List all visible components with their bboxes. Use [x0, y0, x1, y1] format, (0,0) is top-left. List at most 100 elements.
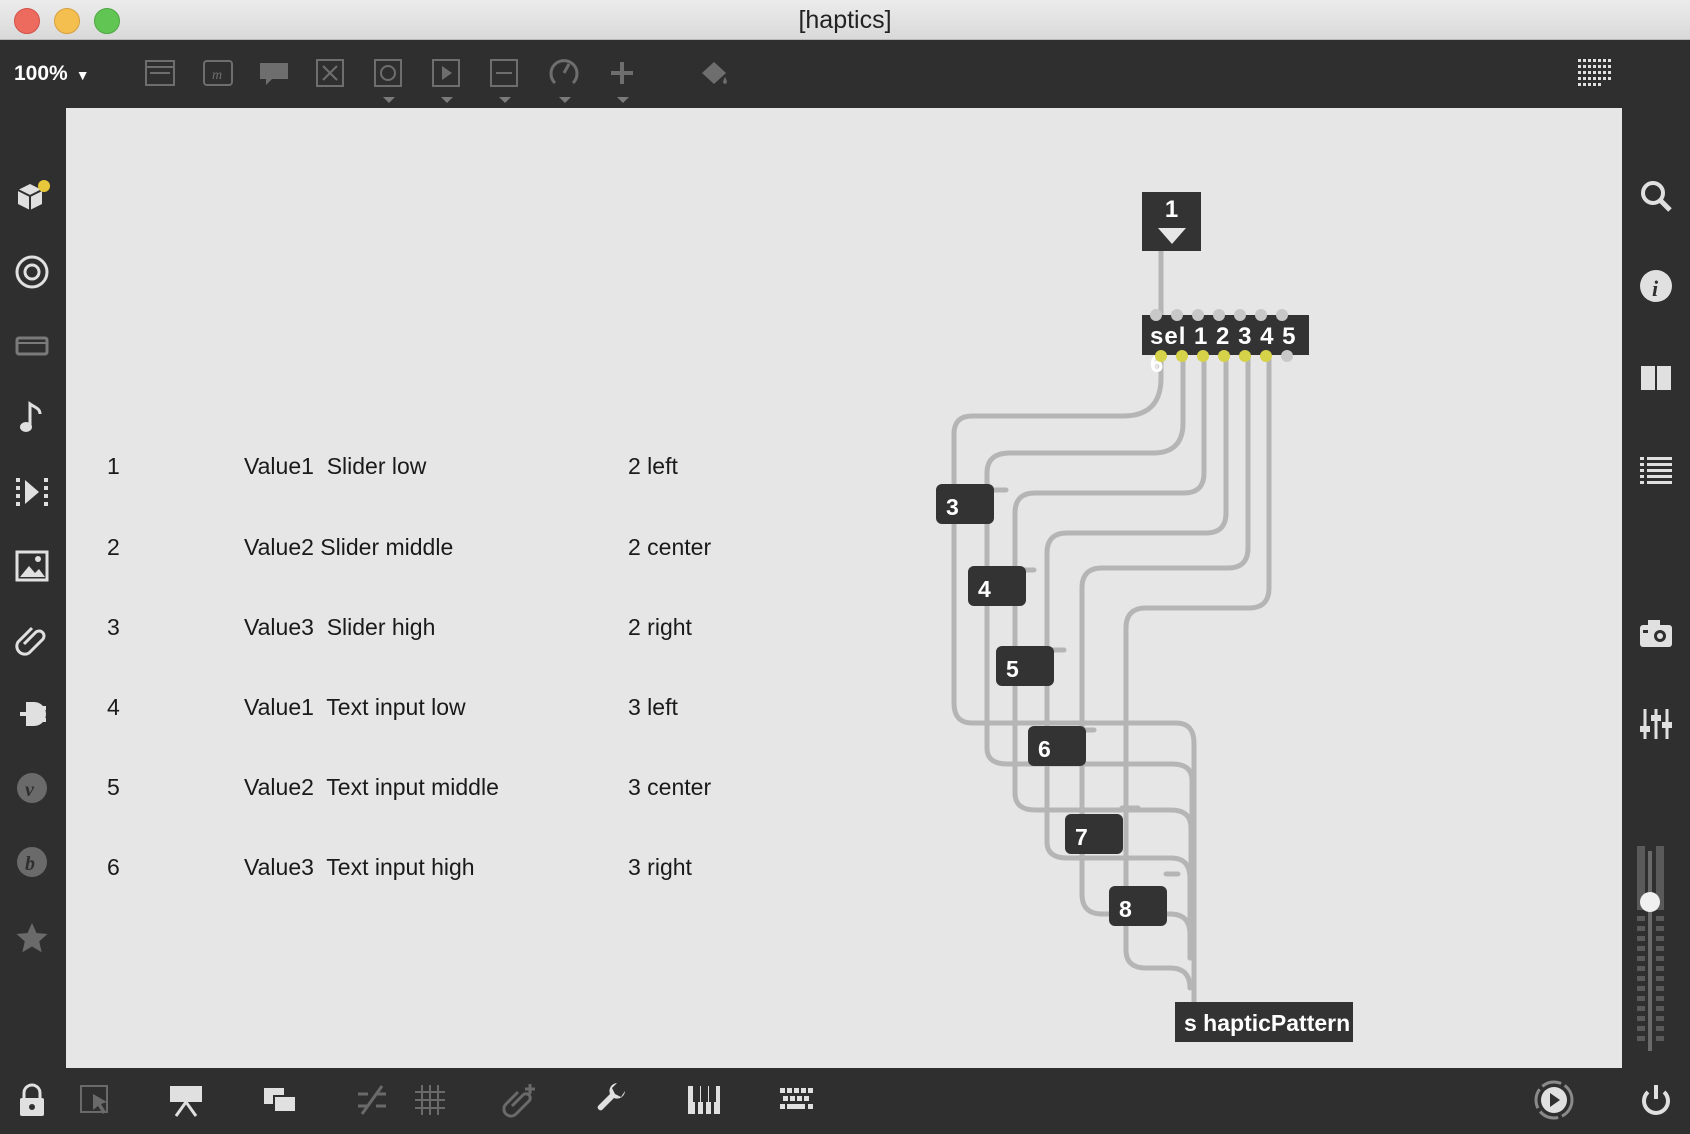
- search-icon: [1641, 181, 1672, 212]
- slider-icon: [490, 59, 518, 87]
- row-position: 3 right: [628, 854, 692, 880]
- vst-button[interactable]: v: [14, 770, 50, 806]
- music-note-icon: [20, 401, 42, 432]
- zoom-menu[interactable]: 100% ▼: [14, 62, 90, 86]
- presentation-button[interactable]: [14, 328, 50, 364]
- list-item: 3: [107, 614, 120, 640]
- level-meter-icon: [1637, 846, 1664, 1051]
- message-box[interactable]: 4: [968, 566, 1026, 606]
- play-circle-icon: [1534, 1080, 1574, 1120]
- svg-text:v: v: [25, 779, 35, 801]
- search-button[interactable]: [1638, 178, 1674, 214]
- volume-slider[interactable]: [1636, 846, 1676, 1066]
- dropdown-arrow-icon: [441, 97, 453, 103]
- message-box-icon: m: [203, 60, 233, 86]
- cube-icon: [17, 180, 50, 210]
- message-box[interactable]: 3: [936, 484, 994, 524]
- list-item: 2: [107, 534, 120, 560]
- grid-dots-icon: [1578, 59, 1611, 86]
- grid-button[interactable]: [412, 1082, 448, 1118]
- add-object-button[interactable]: [604, 55, 640, 103]
- favorites-button[interactable]: [14, 920, 50, 956]
- mixer-button[interactable]: [1638, 706, 1674, 742]
- grid-toggle-button[interactable]: [1576, 55, 1612, 91]
- snapshot-button[interactable]: [1638, 616, 1674, 652]
- new-button-object[interactable]: [370, 55, 406, 103]
- attachments-button[interactable]: [14, 622, 50, 658]
- b-circle-icon: b: [17, 847, 47, 877]
- reference-button[interactable]: [1638, 360, 1674, 396]
- message-box[interactable]: 7: [1065, 814, 1123, 854]
- new-playbar-button[interactable]: [428, 55, 464, 103]
- inspector-button[interactable]: i: [1638, 268, 1674, 304]
- patcher-canvas[interactable]: 1 Value1 Slider low 2 left 2 Value2 Slid…: [66, 108, 1622, 1068]
- computer-keyboard-button[interactable]: [778, 1082, 814, 1118]
- row-description: Value3 Slider high: [244, 614, 436, 640]
- video-play-icon: [16, 478, 48, 506]
- info-icon: i: [1640, 270, 1672, 302]
- audio-browser-button[interactable]: [14, 400, 50, 436]
- row-position: 3 center: [628, 774, 712, 800]
- bpatcher-button[interactable]: b: [14, 844, 50, 880]
- number-box[interactable]: 1: [1142, 192, 1201, 251]
- lock-button[interactable]: [14, 1082, 50, 1118]
- keyboard-icon: [780, 1088, 813, 1109]
- row-description: Value2 Text input middle: [244, 774, 499, 800]
- button-icon: [374, 59, 402, 87]
- video-browser-button[interactable]: [14, 474, 50, 510]
- zoom-level: 100%: [14, 62, 68, 85]
- dropdown-arrow-icon: [617, 97, 629, 103]
- package-manager-button[interactable]: [14, 178, 50, 214]
- windows-icon: [264, 1088, 297, 1113]
- triangle-indicator-icon: [1158, 228, 1186, 244]
- keyboard-piano-button[interactable]: [686, 1082, 722, 1118]
- new-message-button[interactable]: m: [200, 55, 236, 91]
- message-box[interactable]: 6: [1028, 726, 1086, 766]
- format-paint-button[interactable]: [696, 55, 732, 91]
- new-toggle-button[interactable]: [312, 55, 348, 91]
- top-toolbar: 100% ▼ m: [0, 40, 1690, 108]
- new-slider-button[interactable]: [486, 55, 522, 103]
- new-object-button[interactable]: [142, 55, 178, 91]
- svg-text:m: m: [212, 68, 222, 83]
- object-box-icon: [145, 60, 175, 86]
- new-comment-button[interactable]: [256, 55, 292, 91]
- message-box[interactable]: 8: [1109, 886, 1167, 926]
- row-position: 2 right: [628, 614, 692, 640]
- lock-icon: [20, 1083, 44, 1116]
- plus-icon: [611, 62, 633, 84]
- sel-inlets-outlets: [1150, 309, 1293, 362]
- message-box[interactable]: 5: [996, 646, 1054, 686]
- image-browser-button[interactable]: [14, 548, 50, 584]
- play-icon: [432, 59, 460, 87]
- audio-power-button[interactable]: [1638, 1082, 1674, 1118]
- new-dial-button[interactable]: [546, 55, 582, 103]
- row-description: Value3 Text input high: [244, 854, 475, 880]
- transport-play-button[interactable]: [1532, 1078, 1576, 1122]
- new-view-button[interactable]: [262, 1082, 298, 1118]
- comment-icon: [260, 63, 288, 85]
- presentation-screen-icon: [170, 1086, 202, 1117]
- presentation-mode-button[interactable]: [168, 1082, 204, 1118]
- console-button[interactable]: [1638, 452, 1674, 488]
- row-description: Value2 Slider middle: [244, 534, 454, 560]
- paperclip-add-icon: [502, 1084, 535, 1118]
- add-attachment-button[interactable]: [502, 1082, 538, 1118]
- paint-bucket-icon: [702, 62, 727, 84]
- piano-icon: [688, 1086, 720, 1114]
- wrench-icon: [597, 1083, 625, 1111]
- list-icon: [1640, 457, 1672, 484]
- tools-button[interactable]: [594, 1082, 630, 1118]
- chevron-down-icon: ▼: [75, 67, 90, 83]
- target-icon: [15, 255, 49, 289]
- row-description: Value1 Text input low: [244, 694, 466, 720]
- target-button[interactable]: [14, 254, 50, 290]
- dropdown-arrow-icon: [499, 97, 511, 103]
- plugins-button[interactable]: [14, 696, 50, 732]
- select-mode-button[interactable]: [78, 1082, 114, 1118]
- send-object[interactable]: s hapticPattern: [1175, 1002, 1353, 1042]
- svg-text:b: b: [25, 853, 35, 875]
- bottom-toolbar: [0, 1068, 1690, 1134]
- hide-cords-button[interactable]: [354, 1082, 390, 1118]
- row-description: Value1 Slider low: [244, 453, 427, 479]
